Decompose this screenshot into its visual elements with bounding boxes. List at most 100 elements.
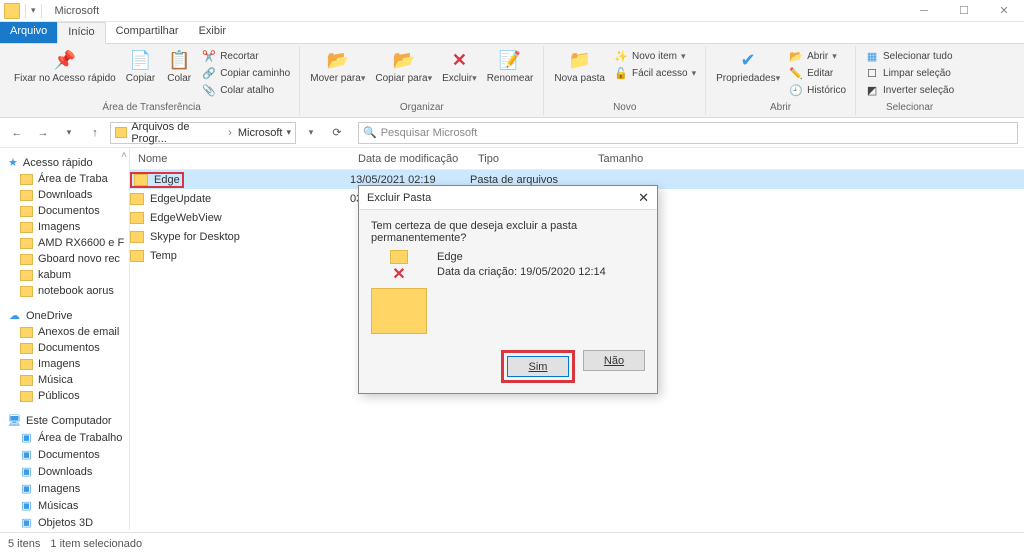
folder-icon xyxy=(390,250,408,264)
sidebar-quick-access[interactable]: ★Acesso rápido xyxy=(8,154,129,171)
tab-share[interactable]: Compartilhar xyxy=(106,22,189,43)
sidebar-item[interactable]: Imagens xyxy=(8,356,129,372)
sidebar-item[interactable]: AMD RX6600 e F xyxy=(8,235,129,251)
minimize-button[interactable]: ─ xyxy=(904,0,944,22)
history-button[interactable]: 🕘Histórico xyxy=(786,82,849,98)
tab-file[interactable]: Arquivo xyxy=(0,22,57,43)
sidebar-onedrive[interactable]: ☁OneDrive xyxy=(8,307,129,324)
sidebar-item[interactable]: ▣Área de Trabalho xyxy=(8,429,129,446)
window-title: Microsoft xyxy=(49,5,100,17)
status-selected: 1 item selecionado xyxy=(50,538,142,550)
folder-icon xyxy=(134,174,148,186)
cut-button[interactable]: ✂️Recortar xyxy=(199,48,293,64)
sidebar-item[interactable]: notebook aorus xyxy=(8,283,129,299)
address-dropdown-icon[interactable]: ▾ xyxy=(286,127,291,138)
nav-sidebar: ˄ ★Acesso rápido Área de TrabaDownloadsD… xyxy=(0,148,130,530)
folder-large-icon xyxy=(371,288,427,334)
sidebar-item[interactable]: ▣Objetos 3D xyxy=(8,514,129,530)
sidebar-item[interactable]: Gboard novo rec xyxy=(8,251,129,267)
search-input[interactable]: 🔍 Pesquisar Microsoft xyxy=(358,122,1018,144)
sidebar-item[interactable]: Anexos de email xyxy=(8,324,129,340)
address-box[interactable]: Arquivos de Progr... › Microsoft ▾ xyxy=(110,122,296,144)
dialog-message: Tem certeza de que deseja excluir a past… xyxy=(371,220,645,244)
search-placeholder: Pesquisar Microsoft xyxy=(381,127,478,139)
nav-back-button[interactable]: ← xyxy=(6,122,28,144)
sidebar-item[interactable]: ▣Downloads xyxy=(8,463,129,480)
address-bar: ← → ▾ ↑ Arquivos de Progr... › Microsoft… xyxy=(0,118,1024,148)
open-button[interactable]: 📂Abrir▾ xyxy=(786,48,849,64)
folder-icon xyxy=(4,3,20,19)
paste-button[interactable]: 📋Colar xyxy=(161,46,197,86)
new-item-button[interactable]: ✨Novo item▾ xyxy=(611,48,699,64)
folder-icon xyxy=(115,127,127,138)
pin-button[interactable]: 📌Fixar no Acesso rápido xyxy=(10,46,120,86)
col-type[interactable]: Tipo xyxy=(470,153,590,165)
copy-path-button[interactable]: 🔗Copiar caminho xyxy=(199,65,293,81)
properties-button[interactable]: ✔︎Propriedades▾ xyxy=(712,46,784,86)
chevron-up-icon[interactable]: ˄ xyxy=(121,150,127,161)
sidebar-item[interactable]: Documentos xyxy=(8,340,129,356)
delete-x-icon: ✕ xyxy=(392,264,405,284)
nav-recent-button[interactable]: ▾ xyxy=(58,122,80,144)
paste-shortcut-button[interactable]: 📎Colar atalho xyxy=(199,82,293,98)
highlight-box: Edge xyxy=(130,172,184,188)
tab-view[interactable]: Exibir xyxy=(189,22,237,43)
ribbon: 📌Fixar no Acesso rápido 📄Copiar 📋Colar ✂… xyxy=(0,44,1024,118)
address-history-button[interactable]: ▾ xyxy=(300,122,322,144)
sidebar-item[interactable]: Área de Traba xyxy=(8,171,129,187)
tab-home[interactable]: Início xyxy=(57,22,105,44)
sidebar-item[interactable]: Downloads xyxy=(8,187,129,203)
edit-button[interactable]: ✏️Editar xyxy=(786,65,849,81)
select-all-button[interactable]: ▦Selecionar tudo xyxy=(862,48,957,64)
sidebar-item[interactable]: Imagens xyxy=(8,219,129,235)
refresh-button[interactable]: ⟳ xyxy=(326,122,348,144)
sidebar-item[interactable]: Públicos xyxy=(8,388,129,404)
invert-selection-button[interactable]: ◩Inverter seleção xyxy=(862,82,957,98)
move-to-button[interactable]: 📂Mover para▾ xyxy=(306,46,369,86)
rename-button[interactable]: 📝Renomear xyxy=(483,46,538,86)
folder-icon xyxy=(130,212,144,224)
dialog-close-button[interactable]: ✕ xyxy=(638,190,649,206)
group-organize-label: Organizar xyxy=(400,102,444,115)
status-bar: 5 itens 1 item selecionado xyxy=(0,532,1024,554)
sidebar-item[interactable]: ▣Imagens xyxy=(8,480,129,497)
sidebar-item[interactable]: ▣Músicas xyxy=(8,497,129,514)
easy-access-button[interactable]: 🔓Fácil acesso▾ xyxy=(611,65,699,81)
dialog-yes-button[interactable]: Sim xyxy=(507,356,569,377)
select-none-button[interactable]: ☐Limpar seleção xyxy=(862,65,957,81)
group-open-label: Abrir xyxy=(770,102,791,115)
delete-button[interactable]: ✕Excluir▾ xyxy=(438,46,481,86)
dialog-title: Excluir Pasta xyxy=(367,192,431,204)
maximize-button[interactable]: ☐ xyxy=(944,0,984,22)
folder-icon xyxy=(130,250,144,262)
col-size[interactable]: Tamanho xyxy=(590,153,680,165)
copy-to-button[interactable]: 📂Copiar para▾ xyxy=(371,46,436,86)
dialog-item-created: Data da criação: 19/05/2020 12:14 xyxy=(437,265,606,280)
close-button[interactable]: ✕ xyxy=(984,0,1024,22)
ribbon-tabs: Arquivo Início Compartilhar Exibir xyxy=(0,22,1024,44)
qat-down-icon[interactable]: ▾ xyxy=(31,5,36,16)
folder-icon xyxy=(130,231,144,243)
nav-forward-button[interactable]: → xyxy=(32,122,54,144)
sidebar-item[interactable]: ▣Documentos xyxy=(8,446,129,463)
new-folder-button[interactable]: 📁Nova pasta xyxy=(550,46,609,86)
sidebar-this-pc[interactable]: 🖥Este Computador xyxy=(8,412,129,429)
column-headers[interactable]: Nome Data de modificação Tipo Tamanho xyxy=(130,148,1024,170)
group-select-label: Selecionar xyxy=(886,102,933,115)
highlight-box: Sim xyxy=(501,350,575,383)
col-date[interactable]: Data de modificação xyxy=(350,153,470,165)
sidebar-item[interactable]: Música xyxy=(8,372,129,388)
copy-button[interactable]: 📄Copiar xyxy=(122,46,159,86)
delete-folder-dialog: Excluir Pasta ✕ Tem certeza de que desej… xyxy=(358,185,658,394)
breadcrumb-1[interactable]: Arquivos de Progr... xyxy=(131,121,222,145)
sidebar-item[interactable]: Documentos xyxy=(8,203,129,219)
breadcrumb-2[interactable]: Microsoft xyxy=(238,127,283,139)
titlebar: ▾ Microsoft ─ ☐ ✕ xyxy=(0,0,1024,22)
search-icon: 🔍 xyxy=(363,126,377,139)
nav-up-button[interactable]: ↑ xyxy=(84,122,106,144)
col-name[interactable]: Nome xyxy=(130,153,350,165)
folder-icon xyxy=(130,193,144,205)
dialog-item-name: Edge xyxy=(437,250,606,265)
sidebar-item[interactable]: kabum xyxy=(8,267,129,283)
dialog-no-button[interactable]: Não xyxy=(583,350,645,371)
